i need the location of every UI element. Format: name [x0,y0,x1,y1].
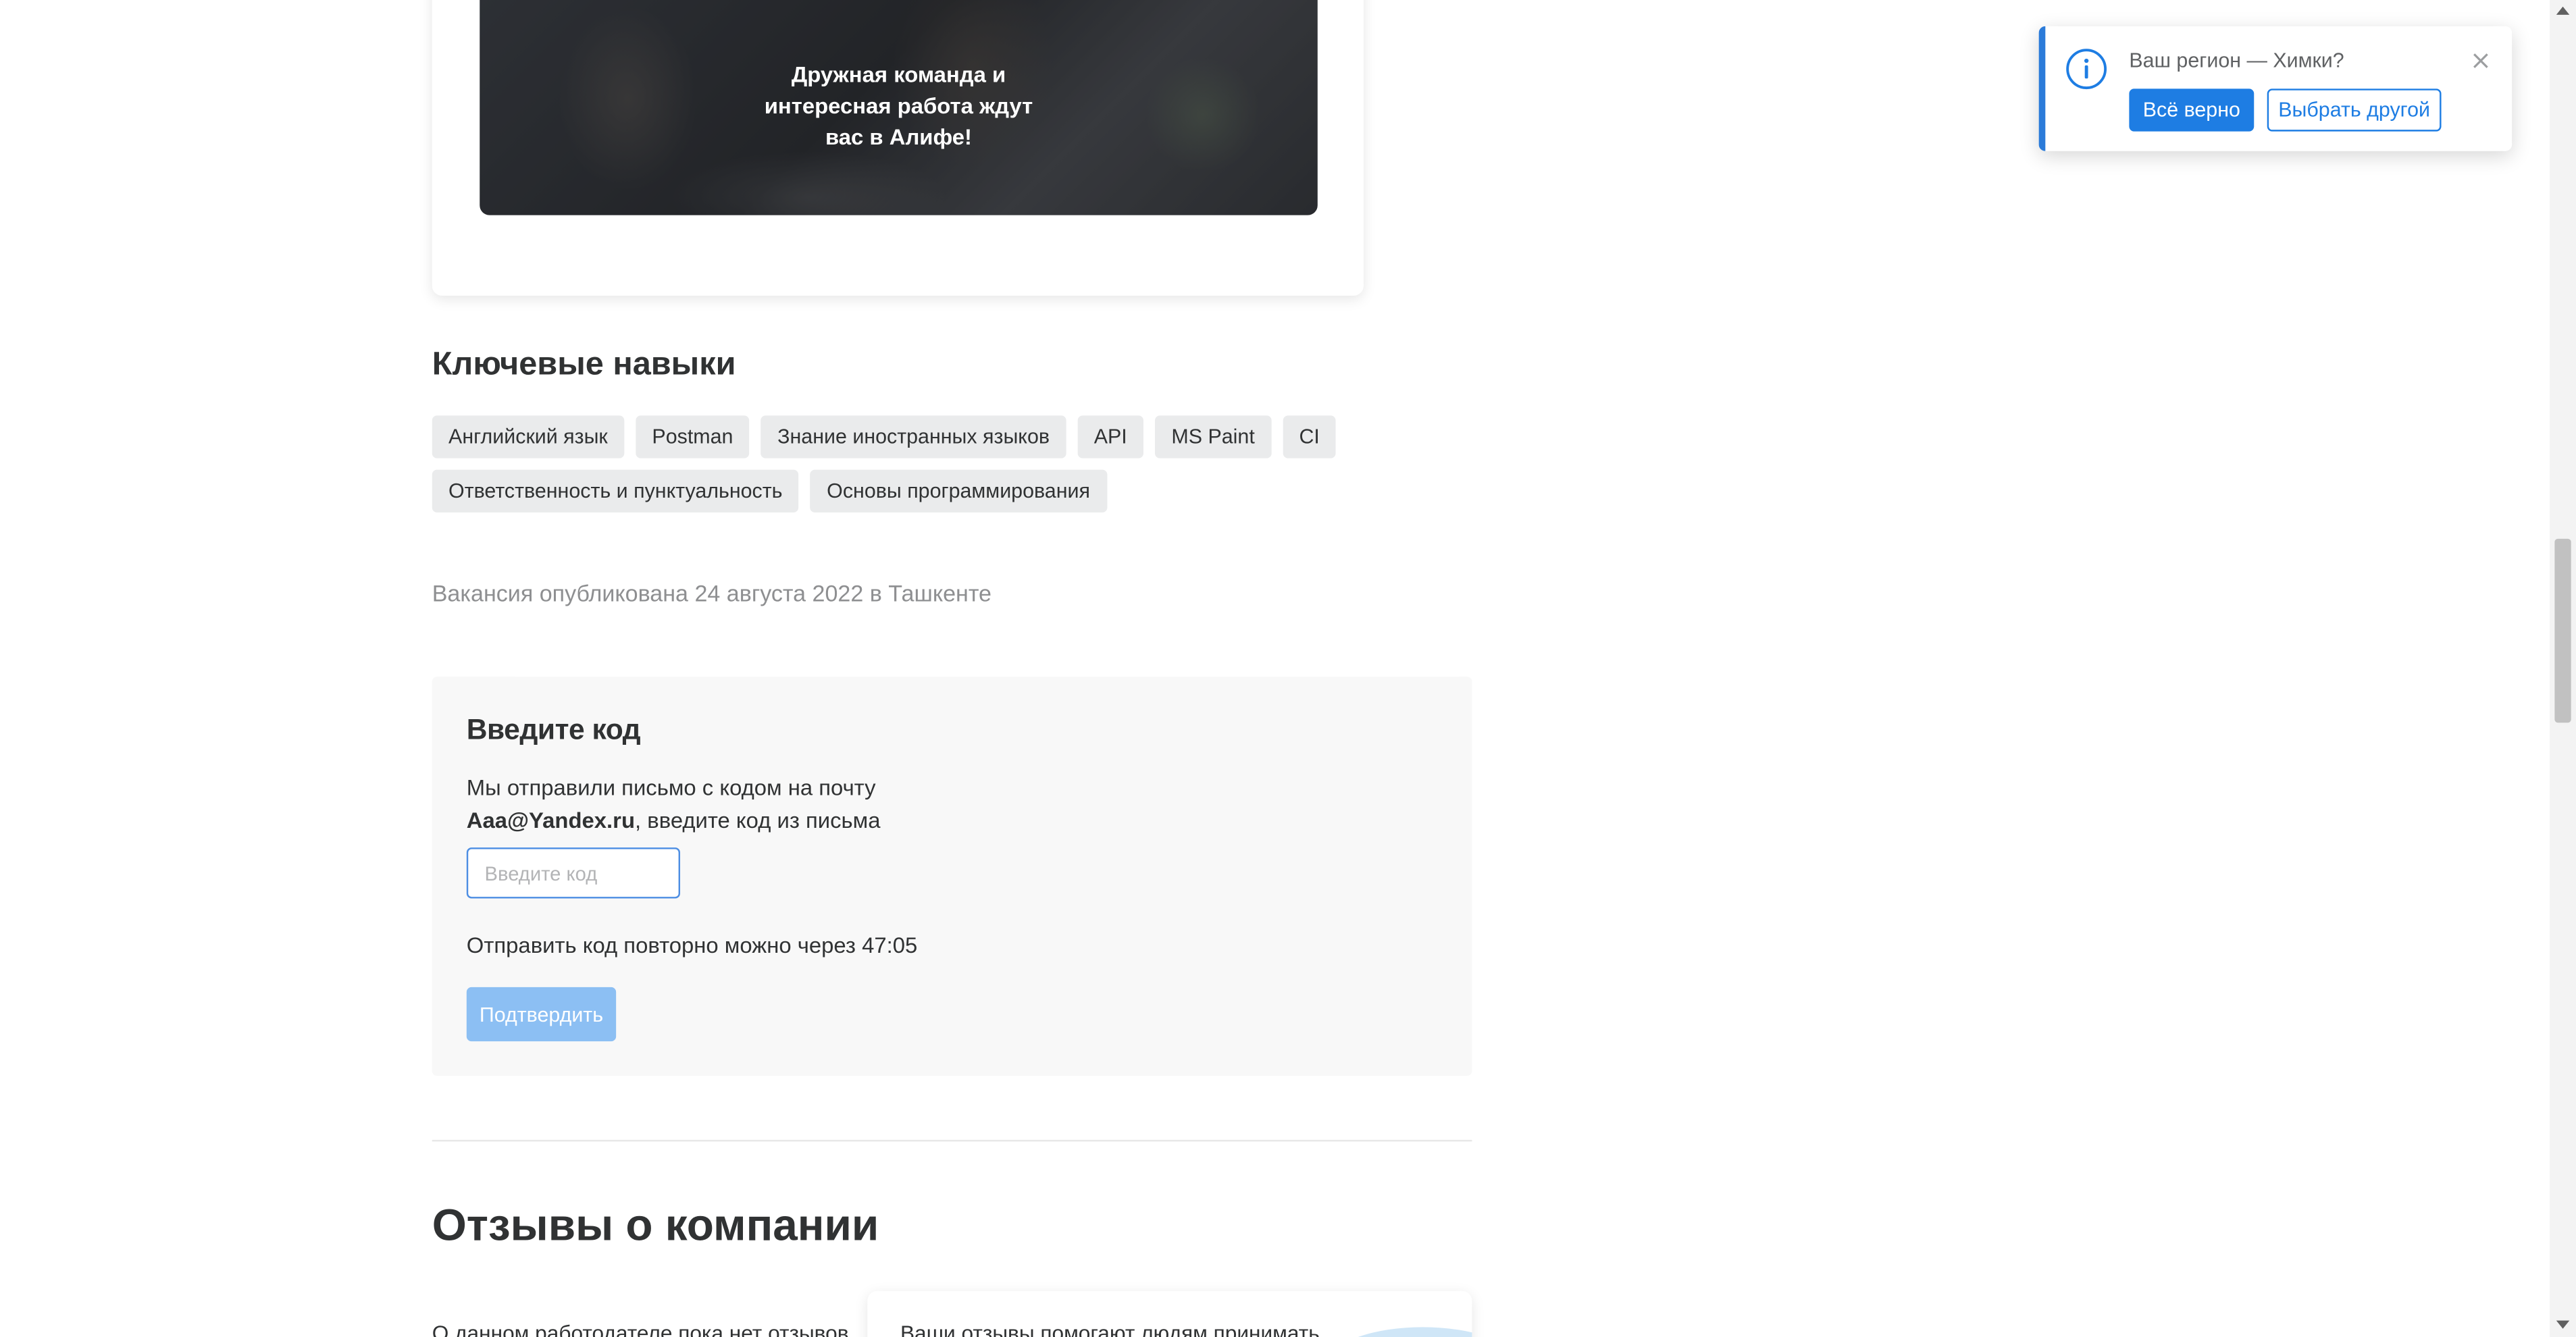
region-toast: Ваш регион — Химки? Всё верно Выбрать др… [2038,26,2513,151]
code-form-desc-line1: Мы отправили письмо с кодом на почту [466,775,876,800]
vacancy-published-text: Вакансия опубликована 24 августа 2022 в … [432,579,992,606]
region-question: Ваш регион — Химки? [2129,49,2344,73]
skill-tag: CI [1283,415,1337,458]
confirm-button[interactable]: Подтвердить [466,987,617,1042]
code-form-description: Мы отправили письмо с кодом на почту Aaa… [467,772,881,837]
reviews-promo-card: Ваши отзывы помогают людям принимать [867,1290,1472,1337]
reviews-promo-illustration [1332,1327,1472,1337]
skill-tag: MS Paint [1155,415,1272,458]
scrollbar[interactable] [2550,0,2576,1337]
close-icon-glyph [2473,53,2488,68]
scrollbar-thumb[interactable] [2554,538,2571,723]
region-choose-button[interactable]: Выбрать другой [2267,88,2442,132]
region-confirm-button[interactable]: Всё верно [2129,88,2255,132]
skill-tag: Английский язык [432,415,625,458]
skill-tag: Ответственность и пунктуальность [432,469,799,513]
scroll-down-arrow-icon[interactable] [2556,1320,2570,1329]
skills-list: Английский язык Postman Знание иностранн… [432,415,1352,513]
skills-title: Ключевые навыки [432,346,736,383]
toast-accent-bar [2038,26,2046,151]
reviews-title: Отзывы о компании [432,1201,879,1251]
code-form-email: Aaa@Yandex.ru [466,808,636,833]
skill-tag: API [1077,415,1144,458]
skill-tag: Основы программирования [810,469,1107,513]
code-form-title: Введите код [466,712,641,746]
scroll-up-arrow-icon[interactable] [2556,6,2570,15]
banner-image: Дружная команда и интересная работа ждут… [480,0,1318,215]
close-icon[interactable] [2469,49,2492,72]
reviews-promo-text: Ваши отзывы помогают людям принимать [900,1320,1320,1337]
resend-timer-text: Отправить код повторно можно через 47:05 [466,933,918,958]
code-form-desc-line2: , введите код из письма [635,808,881,833]
code-input[interactable] [466,847,681,899]
no-reviews-text: О данном работодателе пока нет отзывов [432,1320,849,1337]
info-icon [2066,49,2107,90]
skill-tag: Postman [636,415,750,458]
code-form: Введите код Мы отправили письмо с кодом … [432,677,1472,1076]
banner-text: Дружная команда и интересная работа ждут… [764,62,1033,150]
section-divider [432,1140,1472,1142]
page: Дружная команда и интересная работа ждут… [0,0,2576,1337]
skill-tag: Знание иностранных языков [761,415,1066,458]
